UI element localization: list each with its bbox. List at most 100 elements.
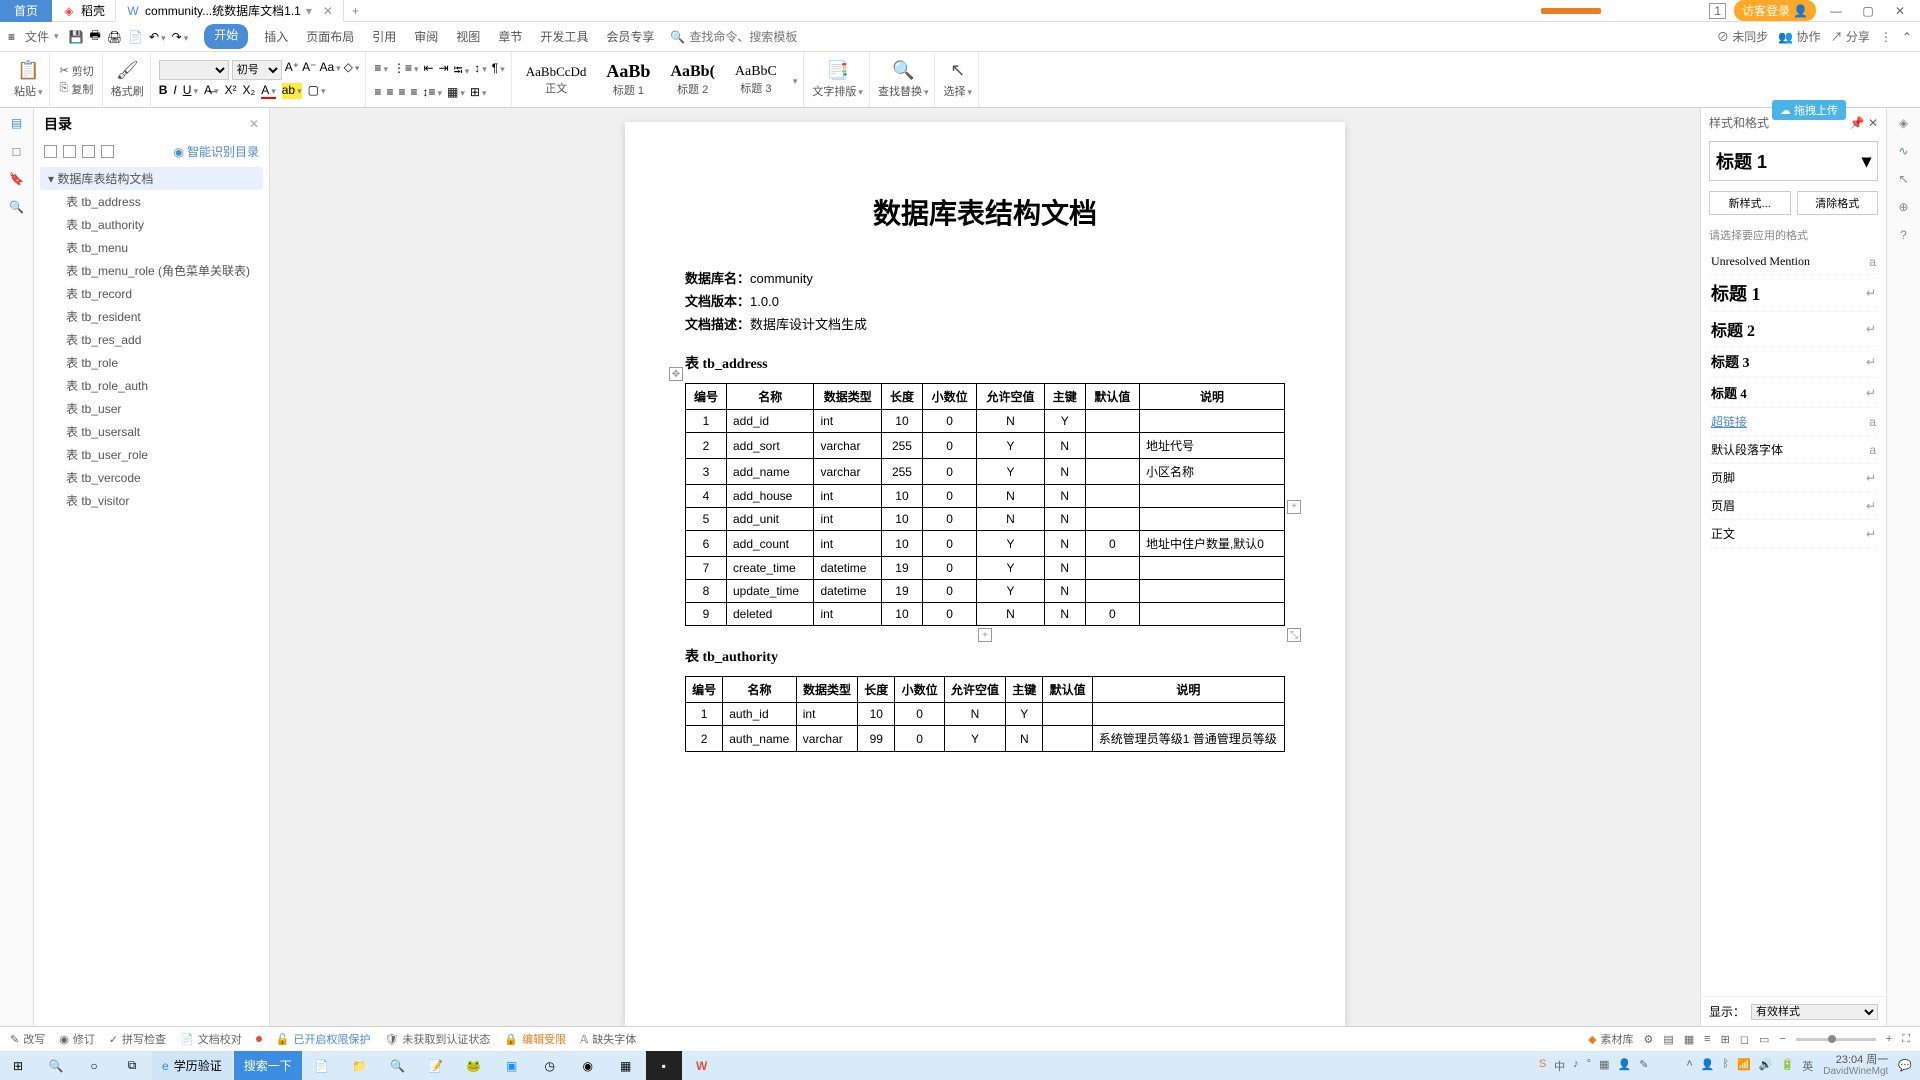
style-body[interactable]: AaBbCcDd正文 bbox=[520, 62, 593, 98]
tab-member[interactable]: 会员专享 bbox=[604, 24, 656, 49]
outline-item[interactable]: 表 tb_resident bbox=[40, 305, 263, 328]
status-revise[interactable]: ✎改写 bbox=[10, 1031, 45, 1047]
outline-tool3-icon[interactable] bbox=[82, 145, 95, 158]
notifications-icon[interactable]: 💬 bbox=[1898, 1059, 1912, 1072]
outline-item[interactable]: 表 tb_address bbox=[40, 190, 263, 213]
style-more-icon[interactable] bbox=[791, 73, 798, 87]
tray-bat-icon[interactable]: 🔋 bbox=[1781, 1058, 1795, 1074]
borders-icon[interactable]: ⊞ bbox=[470, 85, 487, 99]
search-app[interactable]: 搜索一下 bbox=[234, 1051, 302, 1080]
tray-wifi-icon[interactable]: 📶 bbox=[1737, 1058, 1751, 1074]
tray-up-icon[interactable]: ˄ bbox=[1686, 1058, 1692, 1074]
outline-list[interactable]: ▾ 数据库表结构文档 表 tb_address表 tb_authority表 t… bbox=[34, 163, 269, 1026]
search-task-icon[interactable]: 🔍 bbox=[38, 1051, 74, 1080]
paste-button[interactable]: 📋 粘贴 bbox=[14, 60, 43, 99]
view4-icon[interactable]: ⊞ bbox=[1721, 1033, 1730, 1046]
outline-item[interactable]: 表 tb_user bbox=[40, 397, 263, 420]
table-move-icon[interactable]: ✥ bbox=[669, 367, 683, 381]
tab-developer[interactable]: 开发工具 bbox=[538, 24, 590, 49]
outline-item[interactable]: 表 tb_res_add bbox=[40, 328, 263, 351]
taskview-icon[interactable]: ⧉ bbox=[114, 1051, 150, 1080]
tray6-icon[interactable]: ✎ bbox=[1639, 1058, 1648, 1074]
status-track[interactable]: ◉修订 bbox=[59, 1031, 95, 1047]
tab-insert[interactable]: 插入 bbox=[262, 24, 290, 49]
zoom-out-icon[interactable]: − bbox=[1779, 1033, 1785, 1045]
ai-outline-button[interactable]: ◉智能识别目录 bbox=[174, 143, 260, 160]
style-item[interactable]: 超链接a bbox=[1709, 408, 1878, 436]
sort-icon[interactable]: ↕ bbox=[474, 61, 487, 82]
font-color-icon[interactable]: A bbox=[261, 83, 276, 99]
outline-root[interactable]: ▾ 数据库表结构文档 bbox=[40, 167, 263, 190]
tab-view[interactable]: 视图 bbox=[454, 24, 482, 49]
outline-item[interactable]: 表 tb_user_role bbox=[40, 443, 263, 466]
style-item[interactable]: 标题 2↵ bbox=[1709, 312, 1878, 347]
app-explorer[interactable]: 📁 bbox=[342, 1051, 378, 1080]
save-icon[interactable]: 💾 bbox=[69, 30, 84, 44]
table-resize-icon[interactable]: ⤡ bbox=[1287, 628, 1301, 642]
app-wps[interactable]: W bbox=[684, 1051, 720, 1080]
gear-icon[interactable]: ⚙ bbox=[1644, 1033, 1654, 1046]
print-preview-icon[interactable]: 🖶 bbox=[90, 26, 101, 47]
style-h3[interactable]: AaBbC标题 3 bbox=[729, 62, 783, 98]
shading-icon[interactable]: ▦ bbox=[447, 85, 465, 99]
style-item[interactable]: 页眉↵ bbox=[1709, 492, 1878, 520]
font-grow-icon[interactable]: A⁺ bbox=[285, 60, 299, 80]
text-layout-button[interactable]: 📑文字排版 bbox=[812, 60, 863, 99]
subscript-icon[interactable]: X₂ bbox=[243, 83, 256, 99]
table-tb-authority[interactable]: 编号名称数据类型长度小数位允许空值主键默认值说明1auth_idint100NY… bbox=[685, 676, 1285, 752]
clear-format-button[interactable]: 清除格式 bbox=[1797, 191, 1879, 215]
table-add-col-icon[interactable]: + bbox=[1287, 500, 1301, 514]
zoom-in-icon[interactable]: + bbox=[1886, 1033, 1892, 1045]
table-add-row-icon[interactable]: + bbox=[978, 628, 992, 642]
underline-icon[interactable]: U bbox=[183, 83, 198, 99]
strike-icon[interactable]: A̶ bbox=[204, 83, 219, 99]
font-size-select[interactable]: 初号 bbox=[232, 60, 282, 80]
status-docfix[interactable]: 📄文档校对 bbox=[180, 1031, 242, 1047]
outline-tab-icon[interactable]: ▤ bbox=[11, 116, 22, 130]
right-tool3-icon[interactable]: ↖ bbox=[1898, 172, 1908, 186]
close-icon[interactable]: ✕ bbox=[323, 4, 333, 18]
outline-item[interactable]: 表 tb_menu_role (角色菜单关联表) bbox=[40, 259, 263, 282]
outline-item[interactable]: 表 tb_visitor bbox=[40, 489, 263, 512]
tray3-icon[interactable]: ° bbox=[1587, 1058, 1591, 1074]
coop-label[interactable]: 👥 协作 bbox=[1778, 28, 1820, 45]
right-tool2-icon[interactable]: ∿ bbox=[1898, 144, 1908, 158]
style-item[interactable]: 标题 1↵ bbox=[1709, 275, 1878, 312]
share-label[interactable]: ↗ 分享 bbox=[1831, 28, 1870, 45]
tab-section[interactable]: 章节 bbox=[496, 24, 524, 49]
app-chrome[interactable]: ◉ bbox=[570, 1051, 606, 1080]
indent-dec-icon[interactable]: ⇤ bbox=[424, 61, 434, 82]
style-item[interactable]: 页脚↵ bbox=[1709, 464, 1878, 492]
indent-inc-icon[interactable]: ⇥ bbox=[439, 61, 449, 82]
print-icon[interactable]: 🖨 bbox=[107, 30, 122, 44]
pin-icon[interactable]: 📌 bbox=[1850, 116, 1865, 130]
bullet-list-icon[interactable]: ≡ bbox=[374, 61, 388, 82]
number-list-icon[interactable]: ⋮≡ bbox=[393, 61, 419, 82]
collapse-icon[interactable]: ⌃ bbox=[1902, 30, 1912, 44]
line-spacing-icon[interactable]: ↕≡ bbox=[422, 85, 442, 99]
view2-icon[interactable]: ▦ bbox=[1684, 1033, 1694, 1046]
outline-tool2-icon[interactable] bbox=[63, 145, 76, 158]
tab-start[interactable]: 开始 bbox=[204, 24, 248, 49]
current-style-box[interactable]: 标题 1▾ bbox=[1709, 141, 1878, 181]
outline-item[interactable]: 表 tb_menu bbox=[40, 236, 263, 259]
window-count-icon[interactable]: 1 bbox=[1709, 3, 1726, 19]
app-note[interactable]: 📝 bbox=[418, 1051, 454, 1080]
border-char-icon[interactable]: ▢ bbox=[308, 83, 326, 99]
outline-close-icon[interactable]: ✕ bbox=[249, 117, 259, 131]
tab-add[interactable]: + bbox=[344, 4, 367, 18]
minimize-icon[interactable]: — bbox=[1824, 1, 1848, 21]
copy-button[interactable]: ⎘复制 bbox=[58, 80, 96, 98]
tray2-icon[interactable]: ♪ bbox=[1573, 1058, 1579, 1074]
clear-format-icon[interactable]: ◇ bbox=[344, 60, 360, 80]
outline-tool4-icon[interactable] bbox=[101, 145, 114, 158]
tray-ime-icon[interactable]: 中 bbox=[1554, 1058, 1565, 1074]
tab-menu-icon[interactable]: ▾ bbox=[306, 4, 312, 18]
styles-list[interactable]: Unresolved Mentiona标题 1↵标题 2↵标题 3↵标题 4↵超… bbox=[1701, 249, 1886, 996]
style-item[interactable]: 正文↵ bbox=[1709, 520, 1878, 548]
right-tool5-icon[interactable]: ? bbox=[1900, 228, 1907, 242]
view3-icon[interactable]: ≡ bbox=[1704, 1033, 1710, 1045]
select-button[interactable]: ↖选择 bbox=[943, 60, 972, 99]
nosync-label[interactable]: ⊘ 未同步 bbox=[1717, 28, 1768, 45]
bookmark-tab-icon[interactable]: 🔖 bbox=[9, 172, 24, 186]
